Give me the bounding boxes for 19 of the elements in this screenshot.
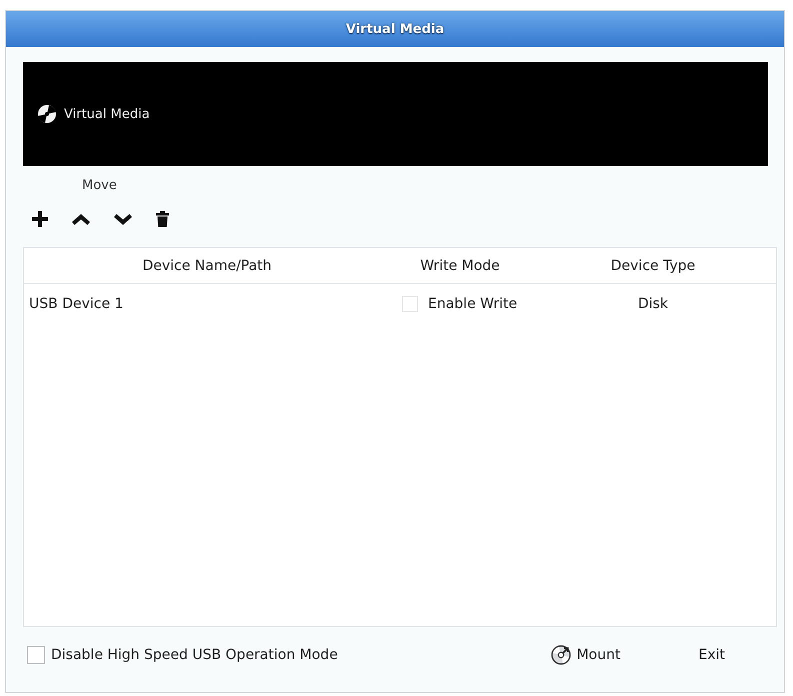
chevron-up-icon[interactable] (72, 214, 90, 224)
mount-button[interactable]: Mount (550, 645, 620, 665)
high-speed-label: Disable High Speed USB Operation Mode (51, 647, 338, 663)
banner-title: Virtual Media (64, 106, 150, 122)
column-header: Device Name/Path (142, 258, 272, 274)
enable-write-checkbox[interactable] (402, 296, 418, 312)
device-type-cell: Disk (638, 296, 668, 312)
device-name-cell-text: USB Device 1 (28, 296, 124, 312)
disc-icon (38, 105, 56, 123)
trash-icon[interactable] (156, 211, 169, 227)
plus-icon[interactable] (32, 211, 48, 227)
column-header: Device Type (610, 258, 696, 274)
exit-button[interactable]: Exit (698, 647, 725, 663)
column-header: Write Mode (420, 258, 500, 274)
window-title: Virtual Media (346, 22, 444, 36)
high-speed-checkbox[interactable] (27, 646, 45, 664)
enable-write-label: Enable Write (428, 296, 518, 312)
move-label: Move (82, 177, 117, 195)
chevron-down-icon[interactable] (114, 214, 132, 224)
